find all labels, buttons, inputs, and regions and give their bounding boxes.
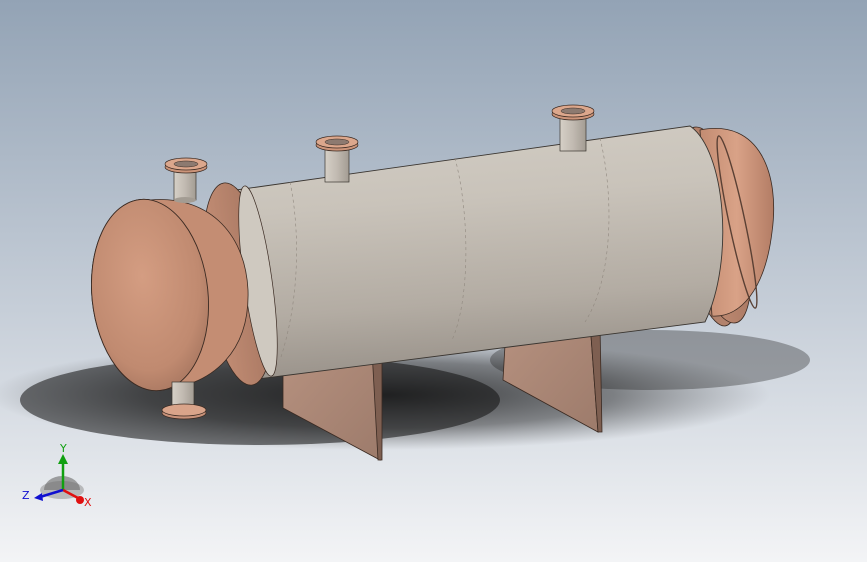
z-axis-arrow-icon [34, 493, 43, 501]
reference-triad: Y X Z [22, 442, 92, 509]
x-axis-arrow-icon [76, 496, 84, 504]
z-axis-label: Z [22, 489, 30, 502]
model-view[interactable] [0, 0, 867, 562]
graphics-viewport[interactable]: Y X Z [0, 0, 867, 562]
x-axis-label: X [84, 496, 92, 509]
y-axis-arrow-icon [58, 454, 68, 464]
y-axis-label: Y [59, 442, 67, 455]
